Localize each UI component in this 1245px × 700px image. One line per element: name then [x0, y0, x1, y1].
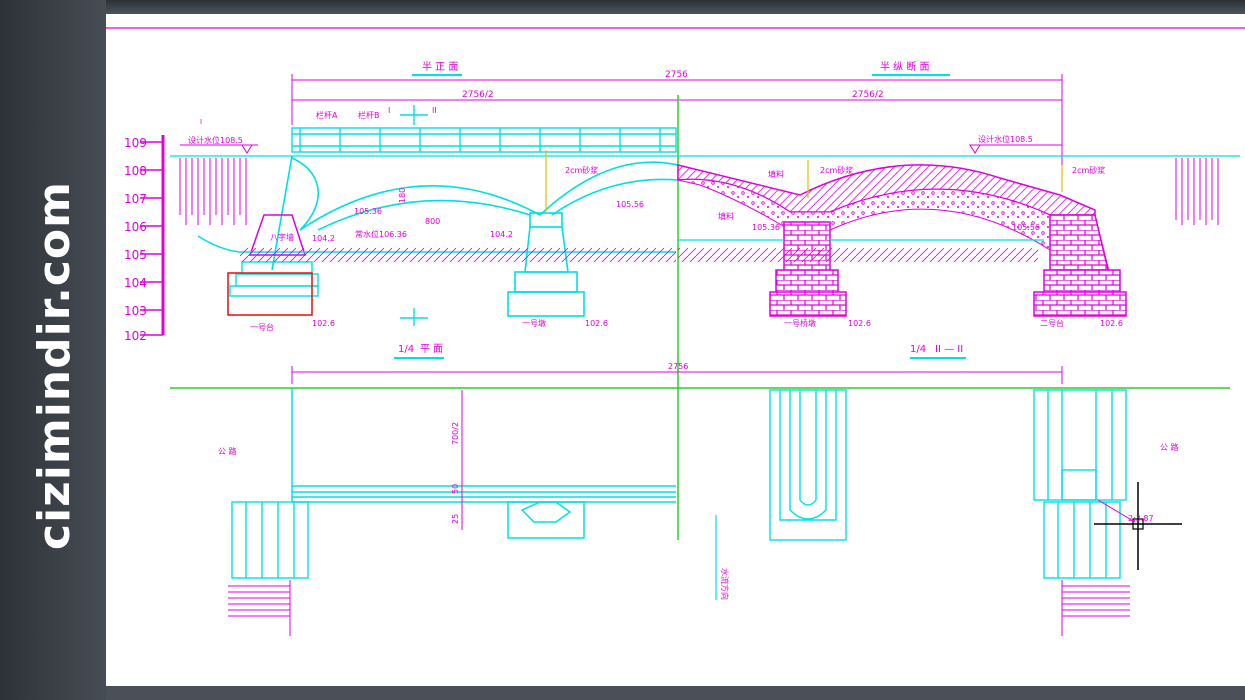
- dim-rise: 180: [398, 188, 407, 203]
- level-label: 102: [124, 329, 147, 343]
- railing: [291, 127, 677, 153]
- fill-note-2: 填料: [718, 211, 734, 221]
- half-span-right: 2756/2: [852, 90, 884, 100]
- base-elev-left: 102.6: [312, 319, 335, 328]
- springing-right-2: 105.56: [1012, 223, 1040, 232]
- section-mark-note: I: [200, 118, 202, 126]
- mortar-note-2: 2cm砂浆: [820, 165, 853, 175]
- plan-pier-section: [769, 389, 847, 541]
- plan-right-title: II — II: [935, 344, 963, 355]
- top-toolbar-strip: [0, 0, 1245, 14]
- watermark: cizimindir.com: [14, 150, 94, 580]
- level-label: 109: [124, 136, 147, 150]
- mortar-note-3: 2cm砂浆: [1072, 165, 1105, 175]
- total-span-label: 2756: [665, 70, 688, 80]
- section-mark-bottom: [400, 308, 428, 326]
- drawing-canvas[interactable]: 109 108 107 106 105 104 103 102 半 正 面 半 …: [106, 14, 1245, 686]
- springing-left: 105.36: [354, 207, 382, 216]
- half-span-left: 2756/2: [462, 90, 494, 100]
- left-ground-piles: [179, 158, 247, 225]
- springing-right-1: 105.36: [752, 223, 780, 232]
- level-label: 106: [124, 220, 147, 234]
- level-label: 107: [124, 192, 147, 206]
- road-left: 公 路: [218, 446, 237, 456]
- level-label: 104: [124, 276, 147, 290]
- bed-level-mid: 104.2: [490, 230, 513, 239]
- ground-hatch: [240, 248, 676, 262]
- rail-b-label: 栏杆B: [358, 110, 380, 120]
- plan-right-abutment: [1033, 389, 1127, 579]
- section-mark-top: [400, 105, 428, 125]
- level-label: 103: [124, 304, 147, 318]
- mortar-note: 2cm砂浆: [565, 165, 598, 175]
- base-elev-mid: 102.6: [585, 319, 608, 328]
- watermark-text: cizimindir.com: [28, 180, 80, 550]
- abutment-left-label: 一号台: [250, 322, 274, 332]
- dim-deck: 50: [451, 484, 460, 494]
- plan-span-label: 2756: [668, 362, 688, 371]
- fraction-left: 1/4: [398, 344, 414, 355]
- elevation-scale: 109 108 107 106 105 104 103 102: [124, 135, 165, 343]
- plan-left-title: 平 面: [420, 344, 443, 355]
- pier-label-right: 一号桥墩: [784, 318, 816, 328]
- water-level-left: 设计水位108.5: [188, 135, 243, 145]
- dim-span: 800: [425, 217, 440, 226]
- dim-curb: 25: [451, 514, 460, 524]
- bottom-status-strip: [106, 686, 1245, 700]
- base-elev-far-right: 102.6: [1100, 319, 1123, 328]
- pier-label: 一号墩: [522, 318, 546, 328]
- railing-labels: 栏杆A 栏杆B: [316, 110, 380, 120]
- plan-deck: [291, 388, 676, 539]
- right-pier: 一号桥墩 102.6: [769, 221, 871, 328]
- right-view-title: 半 纵 断 面: [880, 60, 930, 73]
- fraction-right: 1/4: [910, 344, 926, 355]
- water-level-labels: 设计水位108.5 设计水位108.5 I: [180, 118, 1062, 154]
- elevation-notes: 180 800 105.36 常水位106.36 104.2 104.2 105…: [312, 165, 644, 328]
- water-level-right: 设计水位108.5: [978, 134, 1033, 144]
- left-view-title: 半 正 面: [422, 60, 458, 73]
- plan-titles: 1/4 平 面 1/4 II — II: [394, 344, 966, 359]
- cursor-note: 2:3.87: [1128, 514, 1154, 523]
- flow-direction: 水流方向: [720, 568, 730, 600]
- dimension-lines: 2756 2756/2 2756/2: [291, 70, 1063, 165]
- section-mark-label: I: [388, 106, 390, 115]
- ground-hatch-right: [678, 248, 1038, 262]
- bed-level-left: 104.2: [312, 234, 335, 243]
- rail-a-label: 栏杆A: [316, 110, 338, 120]
- base-elev-right: 102.6: [848, 319, 871, 328]
- plan-right-steps: [1061, 580, 1130, 636]
- fill-note: 填料: [768, 169, 784, 179]
- low-water-label: 105.56: [616, 200, 644, 209]
- bed-level: 常水位106.36: [355, 229, 407, 239]
- wingwall-label: 八字墙: [270, 232, 294, 242]
- plan-left-steps: [228, 580, 291, 636]
- abutment-right-label: 二号台: [1040, 318, 1064, 328]
- level-label: 108: [124, 164, 147, 178]
- bridge-drawing: 109 108 107 106 105 104 103 102 半 正 面 半 …: [106, 27, 1245, 636]
- dim-half-width: 700/2: [451, 422, 460, 445]
- crosshair-cursor-icon: 2:3.87: [1094, 482, 1182, 570]
- right-ground-piles: [1175, 158, 1219, 225]
- plan-left-abutment: [231, 501, 309, 579]
- section-mark-label: II: [432, 106, 437, 115]
- road-right: 公 路: [1160, 442, 1179, 452]
- level-label: 105: [124, 248, 147, 262]
- left-abutment: 八字墙 一号台: [227, 214, 319, 332]
- plan-dims: 700/2 50 25 水流方向: [451, 422, 730, 600]
